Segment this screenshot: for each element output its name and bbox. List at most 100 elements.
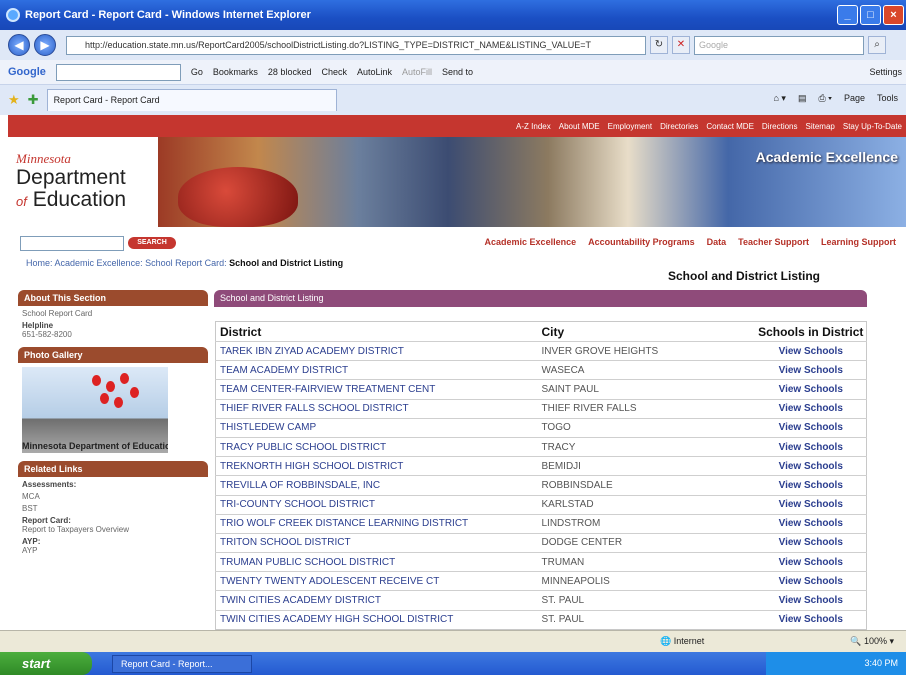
column-city: City <box>541 324 565 339</box>
site-search-button[interactable]: SEARCH <box>128 237 176 249</box>
district-table: District City Schools in District TAREK … <box>215 321 867 630</box>
breadcrumb-report-card[interactable]: School Report Card: <box>145 258 227 268</box>
city-cell: SAINT PAUL <box>537 379 752 400</box>
forward-button[interactable]: ▶ <box>34 34 56 56</box>
listing-header: School and District Listing <box>214 290 867 307</box>
tools-menu[interactable]: Tools <box>877 93 898 104</box>
start-button[interactable]: start <box>0 652 92 675</box>
view-schools-link[interactable]: View Schools <box>751 494 867 515</box>
district-link[interactable]: TEAM ACADEMY DISTRICT <box>215 360 538 380</box>
autofill-button[interactable]: AutoFill <box>402 67 432 77</box>
system-tray-clock: 3:40 PM <box>766 652 906 675</box>
apple-image <box>178 167 298 227</box>
table-row: TRITON SCHOOL DISTRICT DODGE CENTER View S… <box>215 532 867 553</box>
view-schools-link[interactable]: View Schools <box>751 360 867 380</box>
main-nav-item[interactable]: Data <box>707 237 727 247</box>
refresh-icon[interactable]: ↻ <box>650 36 668 54</box>
view-schools-link[interactable]: View Schools <box>751 532 867 553</box>
address-bar[interactable]: http://education.state.mn.us/ReportCard2… <box>66 35 646 55</box>
top-link[interactable]: Sitemap <box>806 122 835 131</box>
main-nav-item[interactable]: Academic Excellence <box>485 237 577 247</box>
top-link[interactable]: Stay Up-To-Date <box>843 122 902 131</box>
district-link[interactable]: TWIN CITIES ACADEMY DISTRICT <box>215 590 538 611</box>
search-icon[interactable]: ⌕ <box>868 36 886 54</box>
taskbar: start Report Card - Report... 3:40 PM <box>0 652 906 675</box>
bst-link[interactable]: BST <box>18 501 208 513</box>
district-link[interactable]: TRIO WOLF CREEK DISTANCE LEARNING DISTRI… <box>215 513 538 534</box>
top-link[interactable]: A-Z Index <box>516 122 551 131</box>
banner-title: Academic Excellence <box>755 149 898 165</box>
district-link[interactable]: TREVILLA OF ROBBINSDALE, INC <box>215 475 538 495</box>
photo-gallery-image[interactable]: Minnesota Department of Education <box>22 367 168 453</box>
view-schools-link[interactable]: View Schools <box>751 398 867 419</box>
back-button[interactable]: ◀ <box>8 34 30 56</box>
add-favorite-icon[interactable]: ✚ <box>28 92 39 108</box>
internet-zone: 🌐 Internet <box>660 636 705 646</box>
table-row: THISTLEDEW CAMP TOGO View Schools <box>215 417 867 438</box>
view-schools-link[interactable]: View Schools <box>751 552 867 572</box>
top-link[interactable]: Directions <box>762 122 798 131</box>
zoom-level[interactable]: 🔍 100% ▾ <box>850 636 894 647</box>
district-link[interactable]: TAREK IBN ZIYAD ACADEMY DISTRICT <box>215 340 538 361</box>
main-nav-item[interactable]: Accountability Programs <box>588 237 695 247</box>
view-schools-link[interactable]: View Schools <box>751 340 867 361</box>
google-search-field[interactable] <box>55 63 181 81</box>
main-nav-item[interactable]: Teacher Support <box>738 237 809 247</box>
column-district: District <box>220 324 262 339</box>
district-link[interactable]: TEAM CENTER-FAIRVIEW TREATMENT CENT <box>215 379 538 400</box>
district-link[interactable]: TWENTY TWENTY ADOLESCENT RECEIVE CT <box>215 571 538 591</box>
breadcrumb-academic-excellence[interactable]: Academic Excellence: <box>55 258 143 268</box>
top-link[interactable]: Contact MDE <box>706 122 754 131</box>
search-input[interactable]: Google <box>694 35 864 55</box>
site-search-input[interactable] <box>20 236 124 251</box>
main-nav-item[interactable]: Learning Support <box>821 237 896 247</box>
mca-link[interactable]: MCA <box>18 489 208 501</box>
view-schools-link[interactable]: View Schools <box>751 609 867 630</box>
minimize-button[interactable]: _ <box>837 5 858 25</box>
ayp-link[interactable]: AYP <box>18 546 208 555</box>
table-row: TRUMAN PUBLIC SCHOOL DISTRICT TRUMAN View … <box>215 552 867 572</box>
mde-logo[interactable]: Minnesota Department of Education <box>16 151 166 213</box>
favorites-star-icon[interactable]: ★ <box>8 92 20 108</box>
popup-blocked-button[interactable]: 28 blocked <box>268 67 312 77</box>
school-report-card-link[interactable]: School Report Card <box>18 306 208 318</box>
district-link[interactable]: TRITON SCHOOL DISTRICT <box>215 532 538 553</box>
page-menu[interactable]: Page <box>844 93 865 104</box>
print-icon[interactable]: ⎙ ▾ <box>818 93 831 104</box>
top-link[interactable]: About MDE <box>559 122 600 131</box>
district-link[interactable]: TRACY PUBLIC SCHOOL DISTRICT <box>215 436 538 457</box>
breadcrumb-home[interactable]: Home: <box>26 258 53 268</box>
feeds-icon[interactable]: ▤ <box>798 93 807 104</box>
district-link[interactable]: THIEF RIVER FALLS SCHOOL DISTRICT <box>215 398 538 419</box>
view-schools-link[interactable]: View Schools <box>751 590 867 611</box>
top-link[interactable]: Employment <box>608 122 652 131</box>
district-link[interactable]: TRUMAN PUBLIC SCHOOL DISTRICT <box>215 552 538 572</box>
view-schools-link[interactable]: View Schools <box>751 475 867 495</box>
stop-icon[interactable]: ✕ <box>672 36 690 54</box>
maximize-button[interactable]: □ <box>860 5 881 25</box>
view-schools-link[interactable]: View Schools <box>751 571 867 591</box>
view-schools-link[interactable]: View Schools <box>751 456 867 476</box>
top-link[interactable]: Directories <box>660 122 698 131</box>
check-button[interactable]: Check <box>321 67 347 77</box>
view-schools-link[interactable]: View Schools <box>751 513 867 534</box>
bookmarks-button[interactable]: Bookmarks <box>213 67 258 77</box>
taskbar-item-ie[interactable]: Report Card - Report... <box>112 655 252 673</box>
district-link[interactable]: THISTLEDEW CAMP <box>215 417 538 438</box>
browser-tab[interactable]: Report Card - Report Card <box>46 89 337 111</box>
district-link[interactable]: TRI-COUNTY SCHOOL DISTRICT <box>215 494 538 515</box>
district-link[interactable]: TREKNORTH HIGH SCHOOL DISTRICT <box>215 456 538 476</box>
home-icon[interactable]: ⌂ ▾ <box>773 93 785 104</box>
taxpayers-link[interactable]: Report to Taxpayers Overview <box>18 525 208 534</box>
go-button[interactable]: Go <box>191 67 203 77</box>
view-schools-link[interactable]: View Schools <box>751 436 867 457</box>
settings-button[interactable]: Settings <box>869 67 906 77</box>
send-to-button[interactable]: Send to <box>442 67 473 77</box>
close-button[interactable]: × <box>883 5 904 25</box>
view-schools-link[interactable]: View Schools <box>751 417 867 438</box>
view-schools-link[interactable]: View Schools <box>751 379 867 400</box>
district-link[interactable]: TWIN CITIES ACADEMY HIGH SCHOOL DISTRICT <box>215 609 538 630</box>
status-bar: 🌐 Internet 🔍 100% ▾ <box>0 630 906 652</box>
city-cell: LINDSTROM <box>537 513 752 534</box>
autolink-button[interactable]: AutoLink <box>357 67 392 77</box>
